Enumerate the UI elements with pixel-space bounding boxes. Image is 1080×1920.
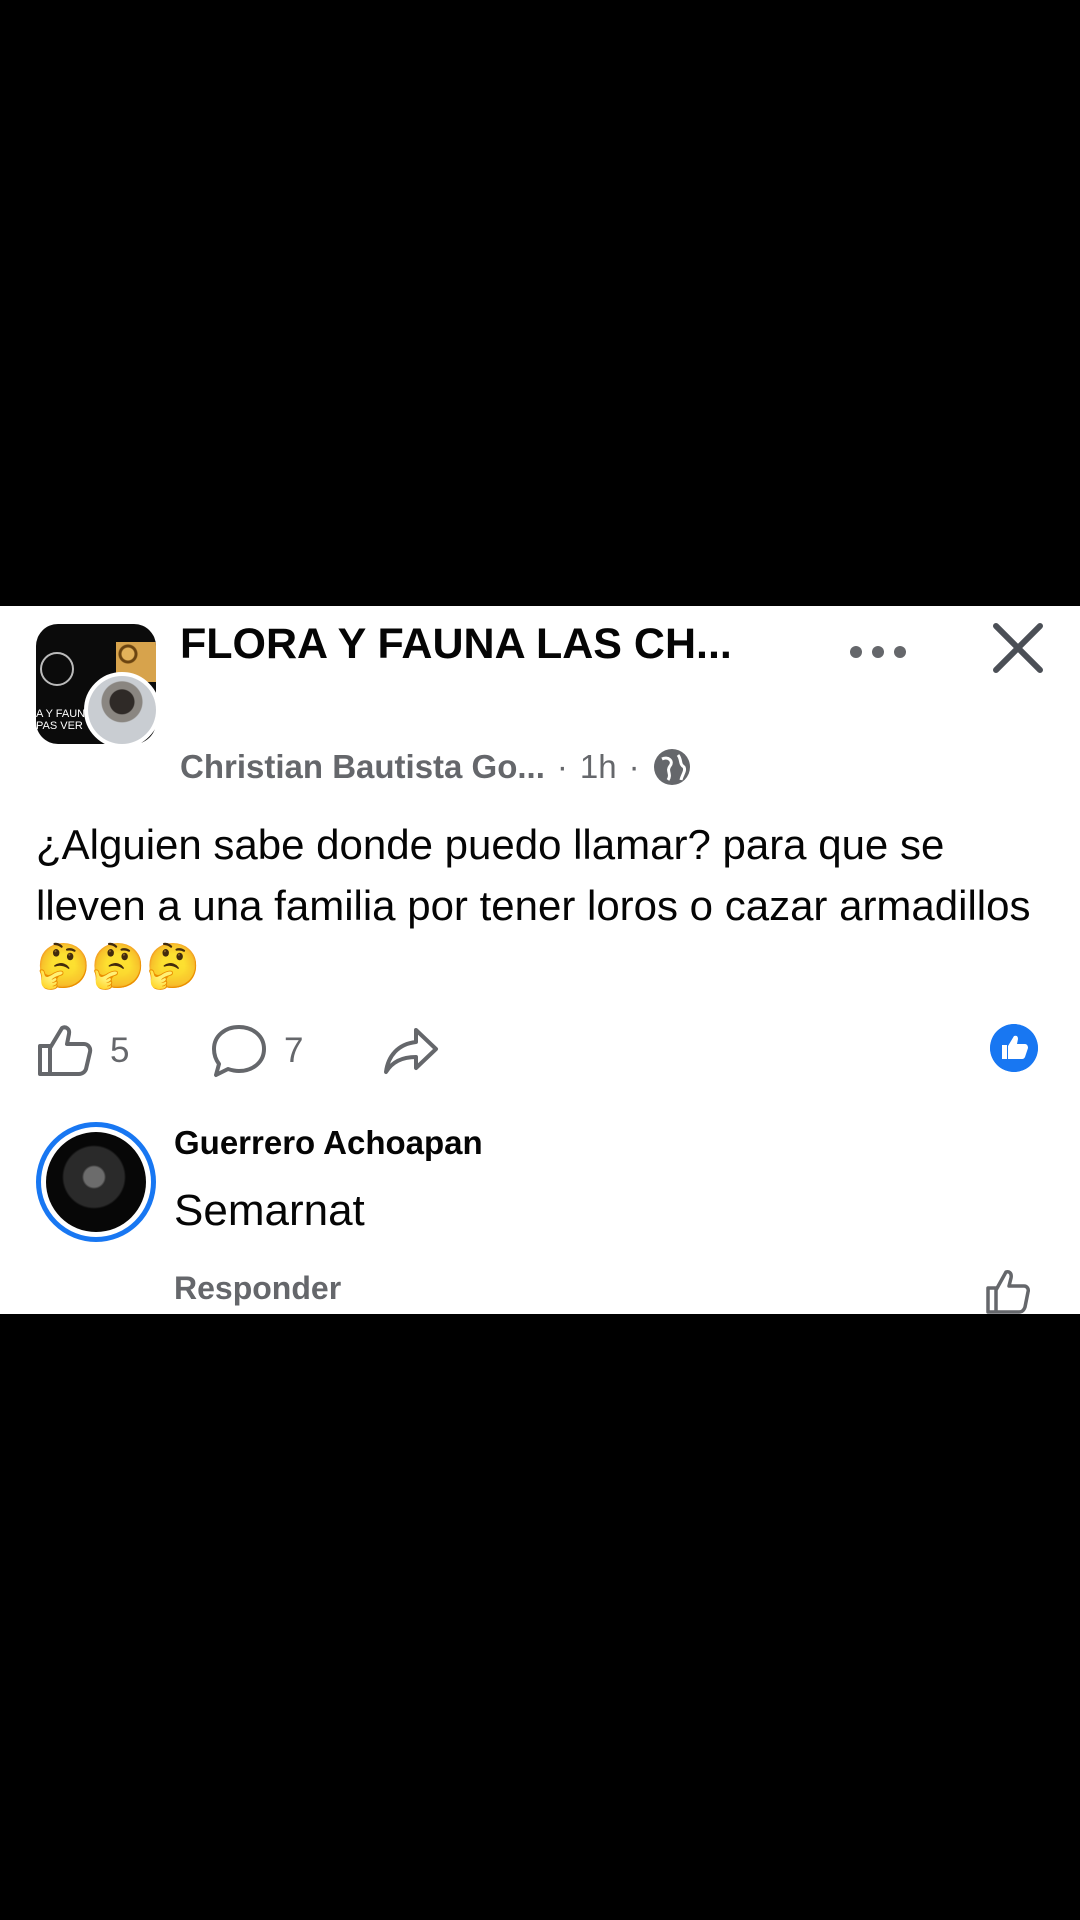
author-avatar[interactable]	[84, 672, 160, 748]
like-button[interactable]: 5	[36, 1016, 129, 1086]
comment-author[interactable]: Guerrero Achoapan	[174, 1124, 483, 1162]
post-body: ¿Alguien sabe donde puedo llamar? para q…	[36, 814, 1046, 997]
comment-button[interactable]: 7	[210, 1016, 303, 1086]
comment-bubble-icon	[212, 1025, 266, 1077]
thumbs-up-icon	[38, 1025, 93, 1076]
thinking-face-emojis: 🤔🤔🤔	[36, 942, 201, 991]
post-meta: Christian Bautista Go... · 1h ·	[180, 742, 692, 792]
post-text: ¿Alguien sabe donde puedo llamar? para q…	[36, 821, 1031, 929]
like-count: 5	[110, 1031, 130, 1070]
commenter-avatar[interactable]	[36, 1122, 156, 1242]
share-button[interactable]	[382, 1016, 440, 1086]
like-reaction-icon[interactable]	[990, 1024, 1038, 1072]
share-arrow-icon	[384, 1028, 438, 1074]
author-name[interactable]: Christian Bautista Go...	[180, 748, 545, 786]
post-time[interactable]: 1h	[580, 748, 617, 786]
close-icon[interactable]	[990, 620, 1046, 676]
reply-button[interactable]: Responder	[174, 1270, 341, 1307]
meta-separator-2: ·	[628, 748, 640, 785]
post-actions-bar: 5 7	[0, 1016, 1080, 1086]
group-name[interactable]: FLORA Y FAUNA LAS CH...	[180, 616, 840, 672]
meta-separator: ·	[556, 748, 568, 785]
comment-text: Semarnat	[174, 1186, 365, 1235]
more-options-icon[interactable]	[848, 642, 908, 662]
commenter-avatar-image	[46, 1132, 146, 1232]
comment-count: 7	[284, 1031, 304, 1070]
globe-icon	[653, 749, 690, 785]
author-avatar-image	[88, 676, 156, 744]
post-card: A Y FAUNA PAS VER FLORA Y FAUNA LAS CH..…	[0, 606, 1080, 1314]
comment-like-icon[interactable]	[984, 1268, 1032, 1314]
seal-icon	[40, 652, 74, 686]
